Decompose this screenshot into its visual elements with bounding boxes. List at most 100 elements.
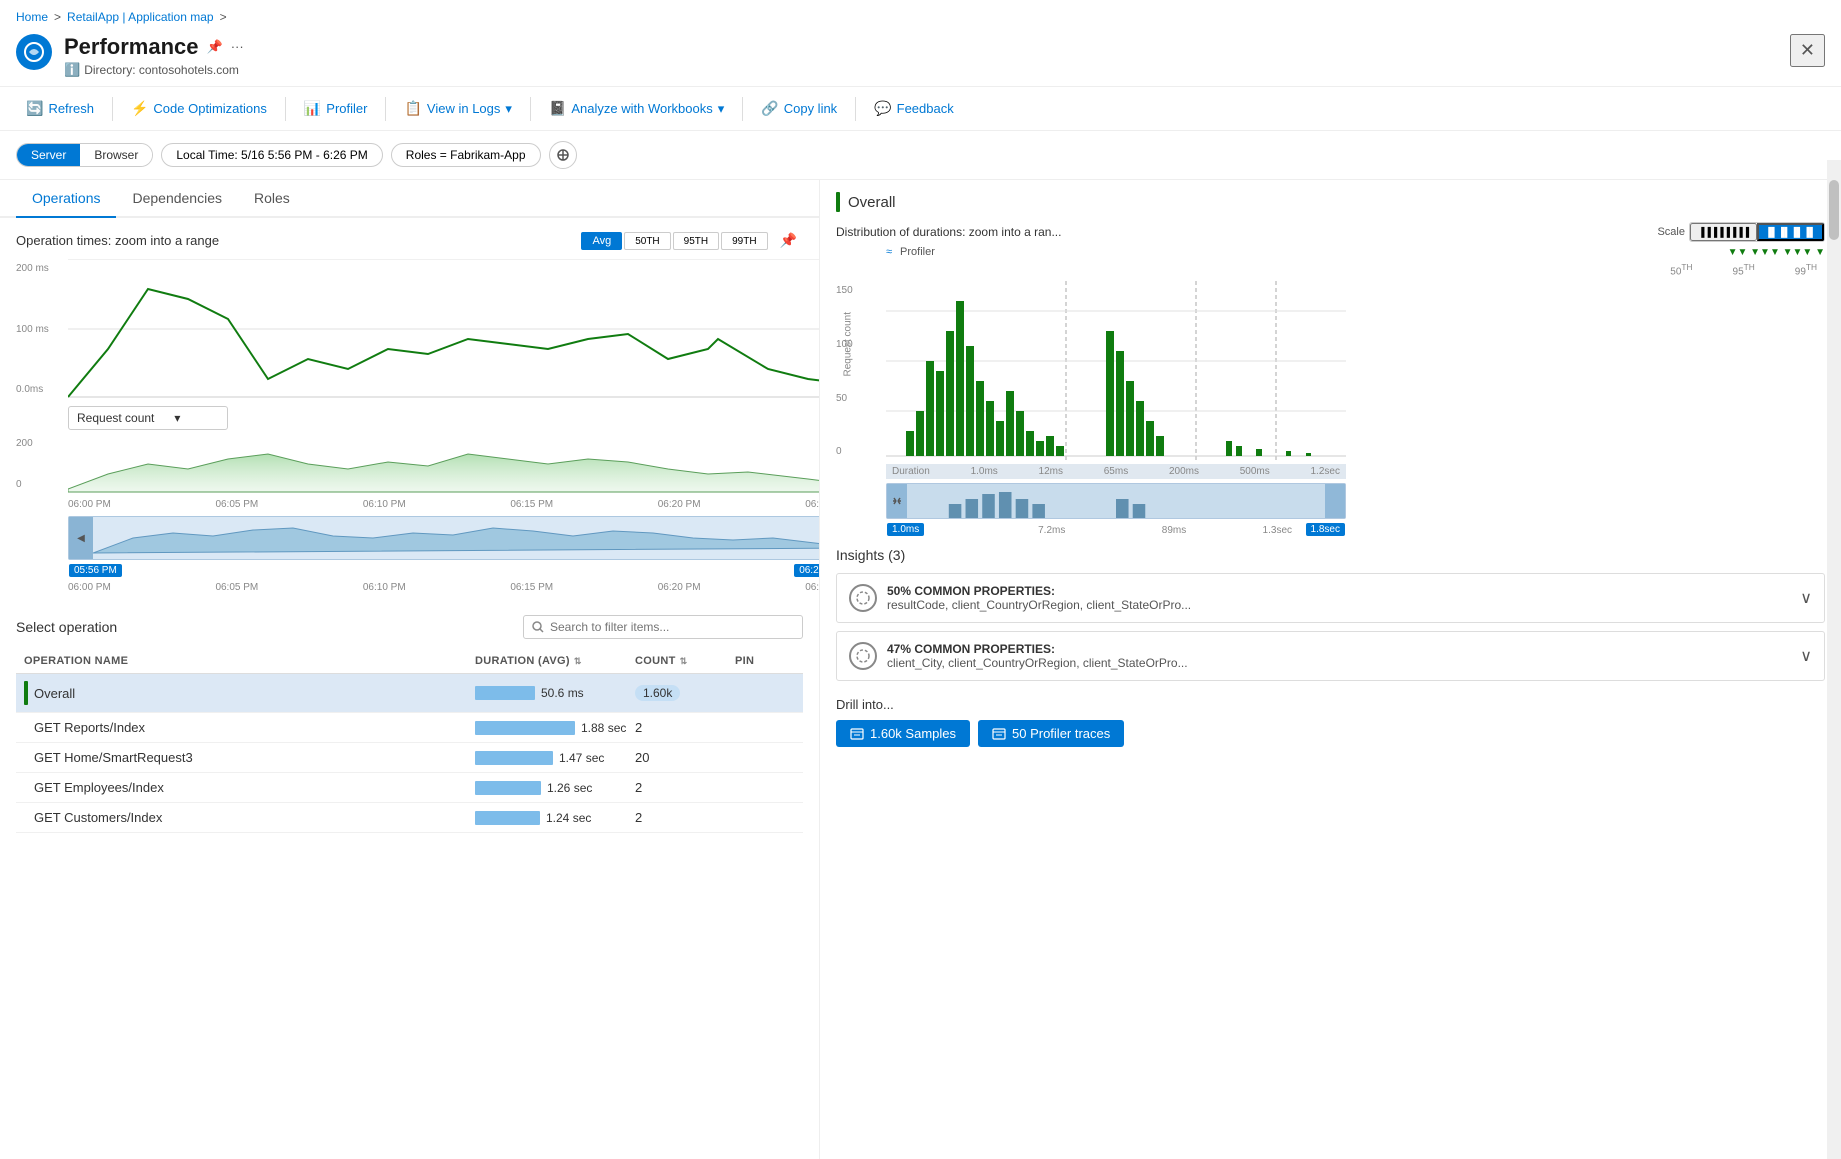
row-name: Overall — [34, 686, 475, 701]
directory-label: Directory: contosohotels.com — [84, 63, 239, 77]
dropdown-chevron: ▾ — [174, 411, 180, 425]
filter-settings-button[interactable] — [549, 141, 577, 169]
search-input[interactable] — [550, 620, 794, 634]
histogram-svg — [886, 281, 1346, 461]
workbooks-icon: 📓 — [549, 100, 566, 117]
more-icon[interactable]: ··· — [231, 39, 244, 55]
server-browser-toggle[interactable]: Server Browser — [16, 143, 153, 167]
dist-mid-2: 89ms — [1162, 525, 1186, 536]
breadcrumb-app[interactable]: RetailApp | Application map — [67, 10, 214, 24]
browser-filter-button[interactable]: Browser — [80, 144, 152, 166]
row-duration: 1.24 sec — [475, 811, 635, 825]
row-count: 2 — [635, 810, 735, 825]
range-selector[interactable]: ◀ ▶ 05:56 PM 06:26 PM — [68, 516, 820, 560]
insight-header-2[interactable]: 47% COMMON PROPERTIES: client_City, clie… — [837, 632, 1824, 680]
avg-button[interactable]: Avg — [581, 232, 622, 250]
hist-y-150: 150 — [836, 285, 853, 296]
roles-filter-button[interactable]: Roles = Fabrikam-App — [391, 143, 541, 167]
time-filter-button[interactable]: Local Time: 5/16 5:56 PM - 6:26 PM — [161, 143, 382, 167]
view-in-logs-button[interactable]: 📋 View in Logs ▾ — [394, 95, 521, 122]
copy-link-button[interactable]: 🔗 Copy link — [751, 95, 847, 122]
row-duration: 1.88 sec — [475, 721, 635, 735]
dropdown-arrow: ▾ — [505, 101, 512, 117]
samples-button[interactable]: 1.60k Samples — [836, 720, 970, 747]
y-label-200: 200 ms — [16, 263, 49, 274]
p99-button[interactable]: 99TH — [721, 232, 767, 250]
percentile-buttons: Avg 50TH 95TH 99TH — [581, 232, 767, 250]
time-label-0: 06:00 PM — [68, 499, 111, 510]
range-left-handle[interactable]: ◀ — [69, 517, 93, 559]
table-header: OPERATION NAME DURATION (AVG) ⇅ COUNT ⇅ … — [16, 649, 803, 674]
p95-button[interactable]: 95TH — [673, 232, 719, 250]
p50-label: 50TH — [1670, 262, 1692, 277]
profiler-button[interactable]: 📊 Profiler — [294, 95, 378, 122]
scrollbar[interactable] — [1827, 160, 1841, 1159]
duration-axis: Duration 1.0ms 12ms 65ms 200ms 500ms 1.2… — [836, 464, 1825, 479]
profiler-icon: ≈ — [886, 246, 892, 258]
time-label-2: 06:10 PM — [363, 499, 406, 510]
insight-left-2: 47% COMMON PROPERTIES: client_City, clie… — [849, 642, 1188, 670]
dur-label-200ms: 200ms — [1169, 466, 1199, 477]
col-count[interactable]: COUNT ⇅ — [635, 655, 735, 667]
y-axis-label: Request count — [843, 312, 854, 377]
tab-operations[interactable]: Operations — [16, 180, 116, 218]
profiler-row: ≈ Profiler ▼▼ ▼▼▼ ▼▼▼ ▼ 50TH 95TH 99TH — [836, 246, 1825, 277]
range-time-5: 06:25 PM — [805, 582, 820, 593]
histogram-container: 150 100 50 0 Request count — [836, 281, 1825, 464]
table-row[interactable]: Overall 50.6 ms 1.60k — [16, 674, 803, 713]
dist-range-left-handle[interactable] — [887, 484, 907, 518]
overall-title: Overall — [848, 194, 896, 211]
duration-bar — [475, 686, 535, 700]
p50-button[interactable]: 50TH — [624, 232, 670, 250]
insight-card-2[interactable]: 47% COMMON PROPERTIES: client_City, clie… — [836, 631, 1825, 681]
table-row[interactable]: GET Reports/Index 1.88 sec 2 — [16, 713, 803, 743]
toolbar-separator-4 — [530, 97, 531, 121]
table-row[interactable]: GET Home/SmartRequest3 1.47 sec 20 — [16, 743, 803, 773]
range-selector-container: ◀ ▶ 05:56 PM 06:26 PM 06:00 PM — [16, 516, 803, 595]
insight-expand-2[interactable]: ∨ — [1800, 646, 1812, 666]
table-row[interactable]: GET Employees/Index 1.26 sec 2 — [16, 773, 803, 803]
operation-section: Select operation OPERATION NAME DURATION… — [0, 607, 819, 841]
overall-header: Overall — [836, 192, 1825, 212]
dist-range-right-handle[interactable] — [1325, 484, 1345, 518]
toolbar-separator-5 — [742, 97, 743, 121]
dist-range-selector[interactable]: 1.0ms 1.8sec 7.2ms 89ms 1.3sec — [886, 483, 1346, 519]
drill-section: Drill into... 1.60k Samples 50 Profiler … — [836, 697, 1825, 747]
col-duration[interactable]: DURATION (AVG) ⇅ — [475, 655, 635, 667]
feedback-button[interactable]: 💬 Feedback — [864, 95, 964, 122]
row-count: 20 — [635, 750, 735, 765]
row-duration: 1.26 sec — [475, 781, 635, 795]
breadcrumb-home[interactable]: Home — [16, 10, 48, 24]
dist-end-label: 1.8sec — [1306, 523, 1345, 536]
range-time-2: 06:10 PM — [363, 582, 406, 593]
search-icon — [532, 621, 544, 633]
dist-mid-3: 1.3sec — [1263, 525, 1292, 536]
insight-expand-1[interactable]: ∨ — [1800, 588, 1812, 608]
scale-control: Scale ▐▐▐▐▐▐▐▐ ▐▌▐▌▐▌▐▌ — [1657, 222, 1825, 242]
pin-icon[interactable]: 📌 — [207, 39, 223, 55]
log-scale-button[interactable]: ▐▌▐▌▐▌▐▌ — [1757, 223, 1824, 241]
insight-pct-1: 50% COMMON PROPERTIES: — [887, 584, 1191, 598]
profiler-traces-button[interactable]: 50 Profiler traces — [978, 720, 1124, 747]
request-count-dropdown[interactable]: Request count ▾ — [68, 406, 228, 430]
row-indicator — [24, 681, 28, 705]
server-filter-button[interactable]: Server — [17, 144, 80, 166]
sort-icon-2: ⇅ — [680, 656, 688, 667]
insight-header-1[interactable]: 50% COMMON PROPERTIES: resultCode, clien… — [837, 574, 1824, 622]
tab-roles[interactable]: Roles — [238, 180, 306, 218]
code-optimizations-button[interactable]: ⚡ Code Optimizations — [121, 95, 277, 122]
refresh-button[interactable]: 🔄 Refresh — [16, 95, 104, 122]
insight-card-1[interactable]: 50% COMMON PROPERTIES: resultCode, clien… — [836, 573, 1825, 623]
linear-scale-button[interactable]: ▐▐▐▐▐▐▐▐ — [1690, 223, 1757, 241]
dist-start-label: 1.0ms — [887, 523, 924, 536]
tab-dependencies[interactable]: Dependencies — [116, 180, 238, 218]
analyze-workbooks-button[interactable]: 📓 Analyze with Workbooks ▾ — [539, 95, 734, 122]
scale-toggle[interactable]: ▐▐▐▐▐▐▐▐ ▐▌▐▌▐▌▐▌ — [1689, 222, 1825, 242]
dur-label-12sec: 1.2sec — [1310, 466, 1339, 477]
table-row[interactable]: GET Customers/Index 1.24 sec 2 — [16, 803, 803, 833]
col-pin: PIN — [735, 655, 795, 667]
close-button[interactable]: ✕ — [1790, 34, 1825, 67]
scrollbar-thumb[interactable] — [1829, 180, 1839, 240]
search-box[interactable] — [523, 615, 803, 639]
chart-pin-button[interactable]: 📌 — [774, 230, 803, 251]
